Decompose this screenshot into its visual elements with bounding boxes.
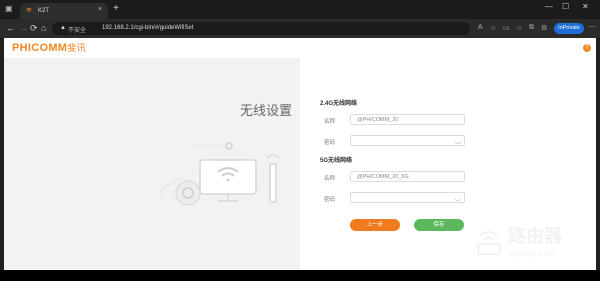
back-button[interactable]: ←: [6, 22, 15, 34]
wifi5-name-input[interactable]: @PHICOMM_20_5G: [350, 171, 465, 182]
router-illustration: [161, 142, 280, 206]
watermark-cn: 路由器: [508, 226, 562, 246]
split-screen-icon[interactable]: ▭: [503, 24, 510, 32]
favorites-icon[interactable]: ☆: [516, 24, 522, 32]
new-tab-button[interactable]: +: [113, 3, 119, 15]
settings-gear-icon: [225, 142, 233, 150]
tab-close-icon[interactable]: ×: [98, 6, 102, 13]
watermark: 路由器 luyouqi.com: [468, 220, 598, 270]
browser-tab[interactable]: ≋ K2T ×: [20, 3, 108, 19]
help-icon[interactable]: ?: [583, 44, 591, 52]
logo-text: PHICOMM: [12, 42, 68, 54]
wifi5-password-label: 密码: [324, 197, 336, 203]
router-device-icon: [269, 163, 277, 203]
wifi24-password-label: 密码: [324, 140, 336, 146]
wifi5-name-label: 名称: [324, 176, 336, 182]
home-button[interactable]: ⌂: [41, 22, 46, 34]
favorite-star-icon[interactable]: ☆: [490, 24, 496, 32]
wifi24-password-input[interactable]: ◡: [350, 135, 465, 146]
page-title: 无线设置: [240, 103, 293, 118]
tab-bar: ▣ ≋ K2T × + — ☐ ✕: [0, 0, 600, 19]
window-menu-icon[interactable]: ▣: [5, 4, 13, 13]
wifi24-name-label: 名称: [324, 119, 336, 125]
show-password-icon[interactable]: ◡: [455, 136, 461, 147]
phicomm-logo: PHICOMM斐讯: [12, 41, 86, 54]
close-window-button[interactable]: ✕: [582, 2, 589, 11]
address-bar[interactable]: ▲ 不安全 192.168.2.1/cgi-bin/#/guideWifiSet: [52, 22, 470, 35]
warning-icon: ▲: [60, 25, 66, 31]
maximize-button[interactable]: ☐: [562, 2, 569, 11]
show-password-icon[interactable]: ◡: [455, 193, 461, 204]
shield-icon: [175, 180, 201, 206]
extensions-icon[interactable]: ⚙: [541, 24, 547, 32]
collections-icon[interactable]: ⧉: [529, 24, 534, 32]
wifi-favicon-icon: ≋: [26, 7, 32, 14]
browser-toolbar: ← → ⟳ ⌂ ▲ 不安全 192.168.2.1/cgi-bin/#/guid…: [0, 19, 600, 38]
monitor-icon: [199, 159, 257, 195]
tab-title: K2T: [38, 8, 50, 14]
save-button[interactable]: 保存: [414, 219, 464, 231]
watermark-en: luyouqi.com: [508, 248, 557, 258]
prev-step-button[interactable]: 上一步: [350, 219, 400, 231]
forward-button[interactable]: →: [19, 22, 28, 34]
inprivate-badge[interactable]: InPrivate: [554, 23, 584, 34]
logo-cn: 斐讯: [67, 43, 86, 53]
security-label[interactable]: 不安全: [68, 25, 86, 34]
wifi24-section-title: 2.4G无线网络: [320, 101, 358, 107]
minimize-button[interactable]: —: [545, 2, 553, 11]
url-text[interactable]: 192.168.2.1/cgi-bin/#/guideWifiSet: [102, 25, 193, 31]
watermark-router-icon: [477, 231, 501, 255]
read-aloud-icon[interactable]: A: [478, 24, 483, 31]
wifi5-section-title: 5G无线网络: [320, 158, 353, 164]
wifi5-password-input[interactable]: ◡: [350, 192, 465, 203]
page-header: PHICOMM斐讯 ?: [4, 38, 596, 58]
refresh-button[interactable]: ⟳: [30, 22, 38, 34]
menu-dots-icon[interactable]: ···: [588, 22, 596, 31]
wifi24-name-input[interactable]: @PHICOMM_20: [350, 114, 465, 125]
